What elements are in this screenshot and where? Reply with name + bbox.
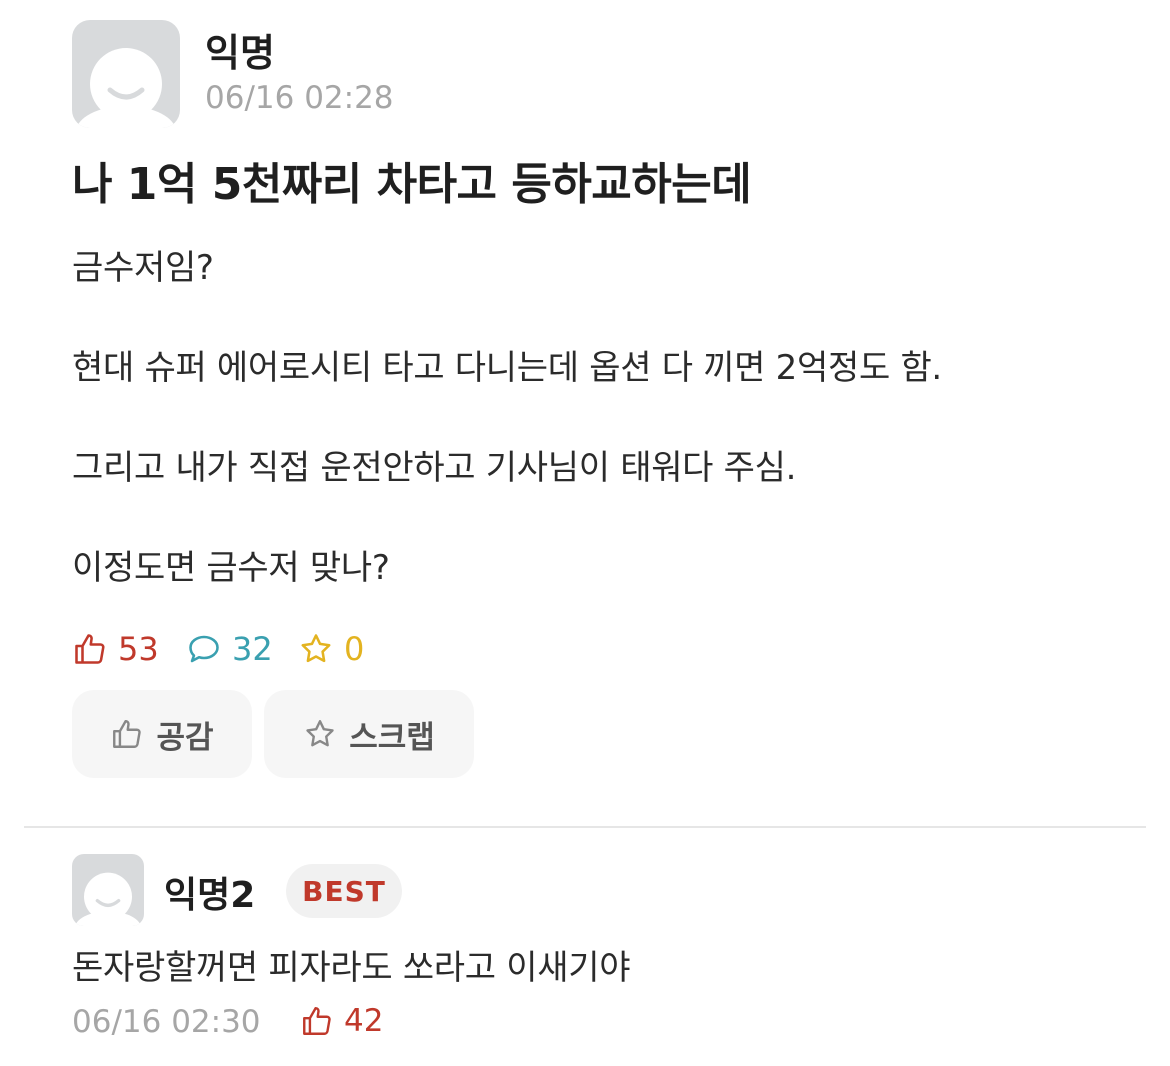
best-badge: BEST [286,864,402,918]
star-icon [306,720,334,747]
comment-text: 돈자랑할꺼면 피자라도 쏘라고 이새기야 [72,948,631,988]
post-body-line: 이정도면 금수저 맞나? [72,548,390,588]
like-count-value: 53 [118,630,159,668]
like-button-label: 공감 [156,719,214,756]
scrap-count-value: 0 [344,630,365,668]
like-button[interactable]: 공감 [72,690,252,778]
scrap-count: 0 [298,630,364,668]
comment-count: 32 [186,630,273,668]
author-avatar [72,20,180,128]
post-body-line: 그리고 내가 직접 운전안하고 기사님이 태워다 주심. [72,448,797,488]
comment-bubble-icon [189,635,219,663]
scrap-button-label: 스크랩 [349,719,435,756]
thumbs-up-icon [75,634,105,664]
default-avatar-icon [75,872,141,926]
comment-like-count: 42 [300,1003,383,1039]
post-title: 나 1억 5천짜리 차타고 등하교하는데 [72,159,752,210]
divider [24,826,1146,828]
star-icon [301,634,331,663]
default-avatar-icon [76,48,176,128]
post-body-line: 현대 슈퍼 에어로시티 타고 다니는데 옵션 다 끼면 2억정도 함. [72,348,942,388]
like-count: 53 [72,630,159,668]
comment-count-value: 32 [232,630,273,668]
comment-timestamp: 06/16 02:30 [72,1004,261,1040]
post-author: 익명 [205,31,275,75]
comment-author: 익명2 [164,875,256,916]
post-timestamp: 06/16 02:28 [205,80,394,116]
comment-author-avatar [72,854,144,926]
scrap-button[interactable]: 스크랩 [264,690,474,778]
thumbs-up-icon [303,1007,331,1035]
thumbs-up-icon [113,720,142,748]
post-body-line: 금수저임? [72,248,214,288]
comment-like-count-value: 42 [344,1003,384,1039]
